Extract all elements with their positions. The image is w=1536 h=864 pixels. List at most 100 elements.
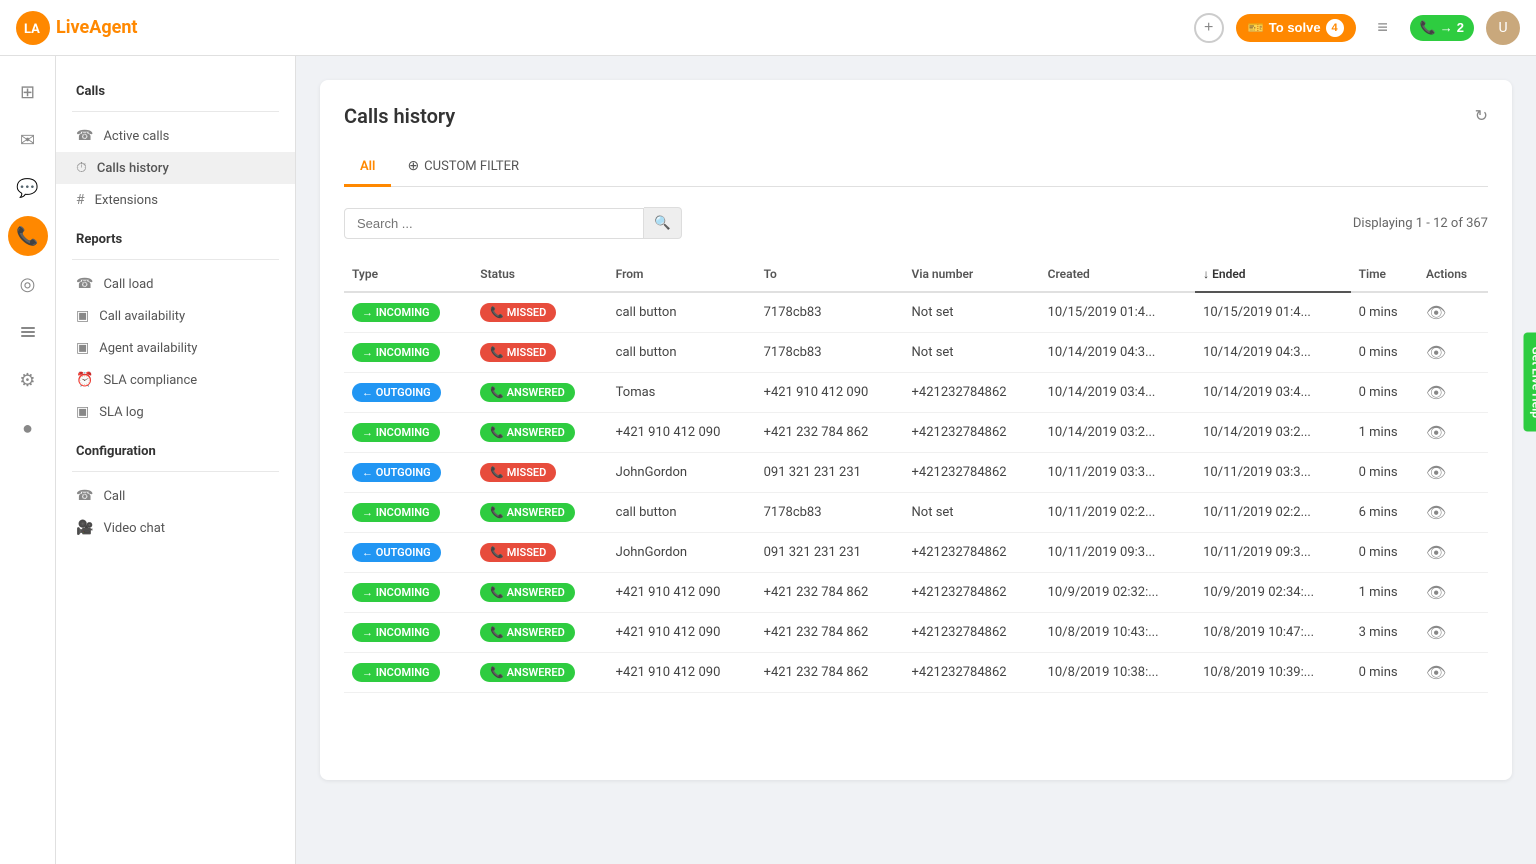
sidebar-agent-availability[interactable]: ▣ Agent availability [56,332,295,364]
view-action-6[interactable]: 👁 [1426,543,1446,562]
sidebar-active-calls[interactable]: ☎ Active calls [56,120,295,152]
calls-table: Type Status From To Via number Created ↓… [344,259,1488,693]
sidebar: Calls ☎ Active calls ⏱ Calls history # E… [56,56,296,864]
refresh-button[interactable]: ↻ [1475,106,1488,126]
cell-ended-5: 10/11/2019 02:2... [1195,493,1351,533]
calls-divider [72,111,279,112]
cell-from-5: call button [608,493,756,533]
type-badge-3: → INCOMING [352,423,440,442]
video-icon: 🎥 [76,520,93,536]
cell-time-5: 6 mins [1351,493,1418,533]
plus-icon: + [1204,19,1213,37]
view-action-9[interactable]: 👁 [1426,663,1446,682]
view-action-3[interactable]: 👁 [1426,423,1446,442]
sidebar-video-chat[interactable]: 🎥 Video chat [56,512,295,544]
cell-actions-5: 👁 [1418,493,1488,533]
add-button[interactable]: + [1194,13,1224,43]
cell-status-8: 📞 ANSWERED [472,613,607,653]
cell-status-7: 📞 ANSWERED [472,573,607,613]
search-input[interactable] [344,208,644,239]
sidebar-item-email[interactable]: ✉ [8,120,48,160]
table-row: ← OUTGOING 📞 ANSWERED Tomas +421 910 412… [344,373,1488,413]
cell-ended-0: 10/15/2019 01:4... [1195,292,1351,333]
search-icon: 🔍 [654,215,671,230]
sidebar-call-load-label: Call load [103,277,153,292]
cell-type-4: ← OUTGOING [344,453,472,493]
sidebar-calls-history-label: Calls history [97,161,169,176]
cell-via-7: +421232784862 [904,573,1040,613]
sidebar-item-dashboard[interactable]: ⊞ [8,72,48,112]
call-icon-arrow: → [1440,20,1453,35]
cell-created-7: 10/9/2019 02:32:... [1040,573,1196,613]
table-row: → INCOMING 📞 ANSWERED +421 910 412 090 +… [344,613,1488,653]
col-type: Type [344,259,472,292]
col-ended[interactable]: ↓ Ended [1195,259,1351,292]
sidebar-call-availability[interactable]: ▣ Call availability [56,300,295,332]
cell-via-5: Not set [904,493,1040,533]
cell-created-2: 10/14/2019 03:4... [1040,373,1196,413]
search-bar: 🔍 Displaying 1 - 12 of 367 [344,207,1488,239]
cell-to-6: 091 321 231 231 [756,533,904,573]
logo: LA LiveAgent [16,11,138,45]
cell-status-2: 📞 ANSWERED [472,373,607,413]
table-row: → INCOMING 📞 ANSWERED +421 910 412 090 +… [344,413,1488,453]
cell-created-3: 10/14/2019 03:2... [1040,413,1196,453]
tab-custom-filter[interactable]: ⊕ CUSTOM FILTER [391,148,535,187]
status-badge-7: 📞 ANSWERED [480,583,575,602]
sidebar-sla-compliance[interactable]: ⏰ SLA compliance [56,364,295,396]
layout: ⊞ ✉ 💬 📞 ◎ ⚙ ● Calls ☎ Active calls ⏱ Cal… [0,56,1536,864]
view-action-2[interactable]: 👁 [1426,383,1446,402]
cell-actions-1: 👁 [1418,333,1488,373]
tosolve-button[interactable]: 🎫 To solve 4 [1236,14,1356,42]
view-action-8[interactable]: 👁 [1426,623,1446,642]
phone-small-icon: ☎ [76,128,93,144]
view-action-7[interactable]: 👁 [1426,583,1446,602]
sidebar-item-plugins[interactable]: ● [8,408,48,448]
status-badge-0: 📞 MISSED [480,303,556,322]
menu-icon: ≡ [1377,17,1388,38]
view-action-4[interactable]: 👁 [1426,463,1446,482]
cell-status-0: 📞 MISSED [472,292,607,333]
sidebar-sla-log[interactable]: ▣ SLA log [56,396,295,428]
sidebar-item-settings[interactable]: ⚙ [8,360,48,400]
sidebar-item-analytics[interactable]: ◎ [8,264,48,304]
cell-created-0: 10/15/2019 01:4... [1040,292,1196,333]
sidebar-item-chat[interactable]: 💬 [8,168,48,208]
live-help-button[interactable]: Get Live Help [1523,333,1536,432]
status-badge-4: 📞 MISSED [480,463,556,482]
cell-actions-2: 👁 [1418,373,1488,413]
cell-created-9: 10/8/2019 10:38:... [1040,653,1196,693]
table-row: → INCOMING 📞 ANSWERED call button 7178cb… [344,493,1488,533]
type-badge-7: → INCOMING [352,583,440,602]
reports-section-title: Reports [56,224,295,255]
sidebar-item-phone[interactable]: 📞 [8,216,48,256]
tab-all[interactable]: All [344,149,391,187]
view-action-0[interactable]: 👁 [1426,303,1446,322]
sidebar-calls-history[interactable]: ⏱ Calls history [56,152,295,184]
messages-button[interactable]: ≡ [1368,13,1398,43]
sidebar-call-load[interactable]: ☎ Call load [56,268,295,300]
cell-via-8: +421232784862 [904,613,1040,653]
sidebar-item-reports-icon[interactable] [8,312,48,352]
cell-type-8: → INCOMING [344,613,472,653]
cell-to-0: 7178cb83 [756,292,904,333]
table-row: ← OUTGOING 📞 MISSED JohnGordon 091 321 2… [344,533,1488,573]
avatar[interactable]: U [1486,11,1520,45]
status-badge-9: 📞 ANSWERED [480,663,575,682]
config-section: Configuration ☎ Call 🎥 Video chat [56,436,295,544]
page-card: Calls history ↻ All ⊕ CUSTOM FILTER 🔍 [320,80,1512,780]
cell-type-6: ← OUTGOING [344,533,472,573]
table-row: → INCOMING 📞 ANSWERED +421 910 412 090 +… [344,573,1488,613]
table-row: → INCOMING 📞 ANSWERED +421 910 412 090 +… [344,653,1488,693]
cell-via-3: +421232784862 [904,413,1040,453]
sidebar-config-call[interactable]: ☎ Call [56,480,295,512]
cell-via-9: +421232784862 [904,653,1040,693]
sidebar-call-availability-label: Call availability [99,309,185,324]
view-action-1[interactable]: 👁 [1426,343,1446,362]
view-action-5[interactable]: 👁 [1426,503,1446,522]
cell-from-7: +421 910 412 090 [608,573,756,613]
call-avail-icon: ▣ [76,308,89,324]
call-button[interactable]: 📞 → 2 [1410,15,1474,41]
sidebar-extensions[interactable]: # Extensions [56,184,295,216]
search-button[interactable]: 🔍 [644,207,682,239]
